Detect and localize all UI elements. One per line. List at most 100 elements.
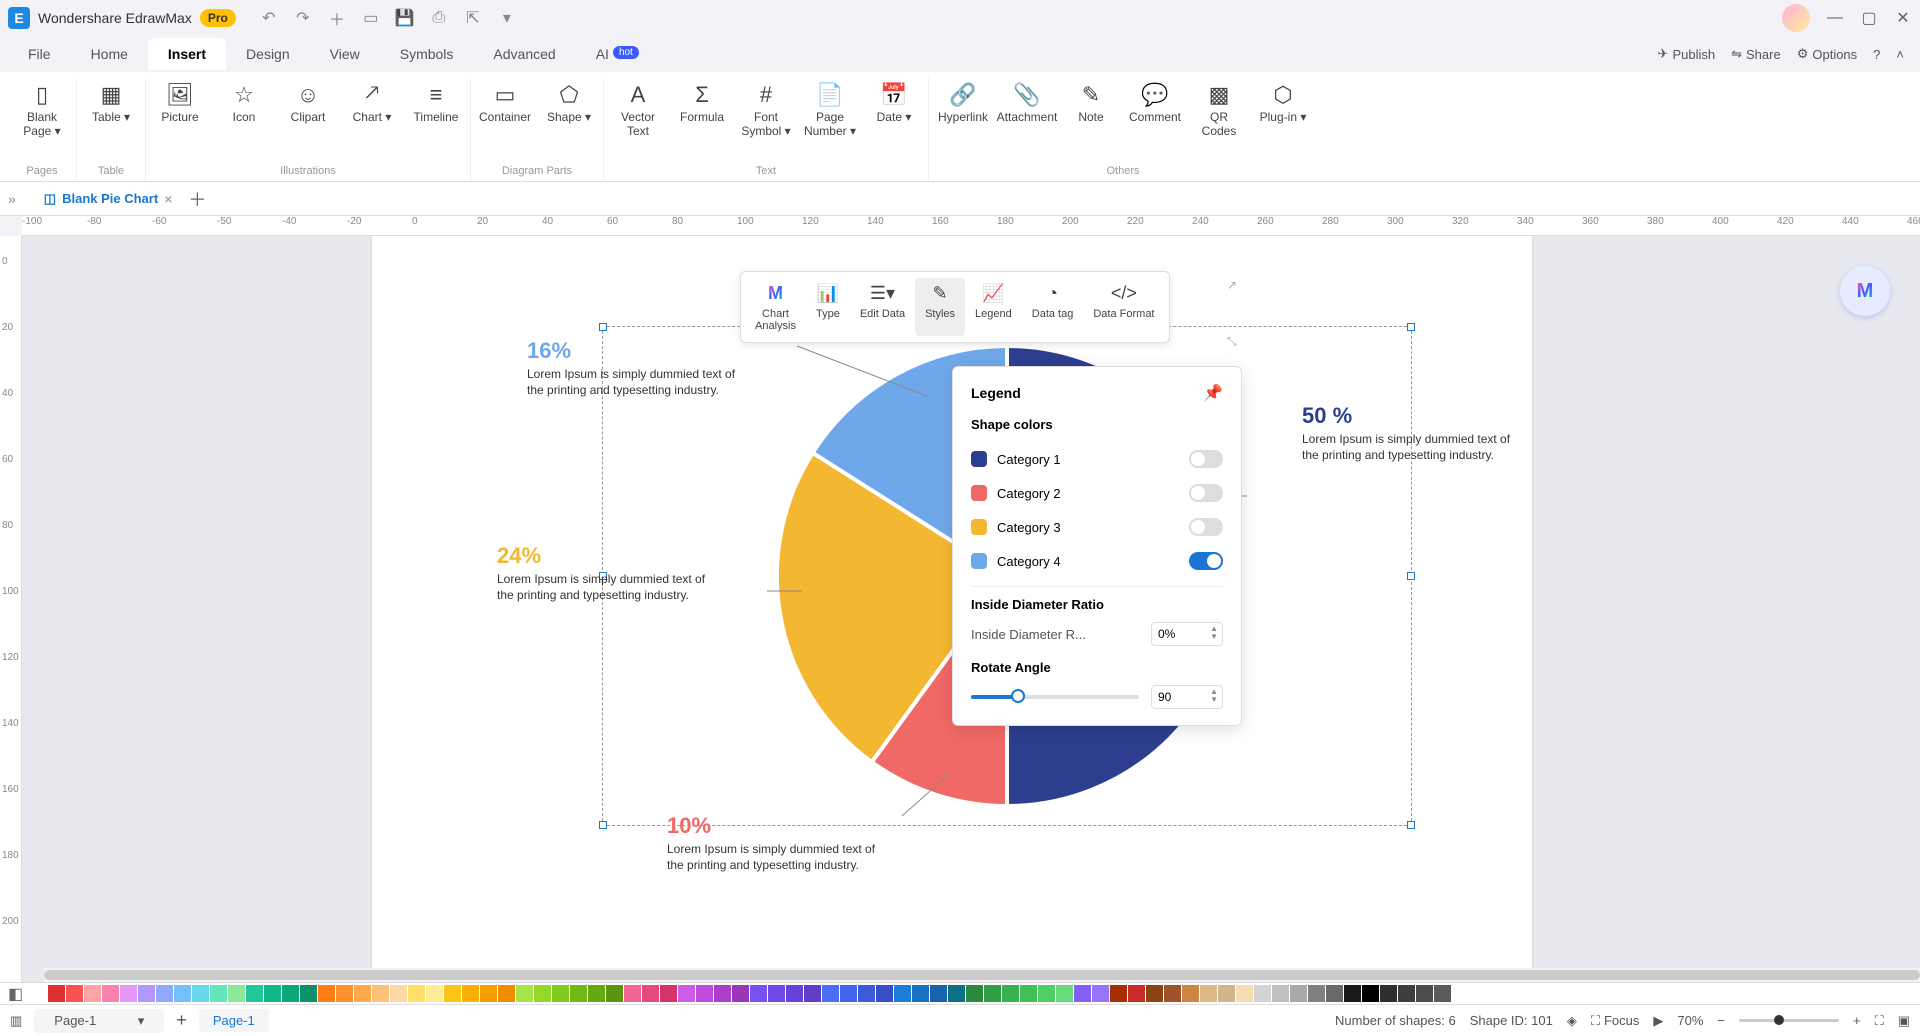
color-swatch[interactable] xyxy=(971,519,987,535)
palette-color[interactable] xyxy=(750,985,767,1002)
palette-color[interactable] xyxy=(732,985,749,1002)
document-tab[interactable]: ◫ Blank Pie Chart × xyxy=(36,187,181,211)
palette-color[interactable] xyxy=(660,985,677,1002)
palette-color[interactable] xyxy=(246,985,263,1002)
legend-toggle[interactable] xyxy=(1189,518,1223,536)
palette-color[interactable] xyxy=(840,985,857,1002)
palette-color[interactable] xyxy=(408,985,425,1002)
ribbon-vector-text[interactable]: AVectorText xyxy=(608,78,668,143)
palette-color[interactable] xyxy=(1416,985,1433,1002)
resize-handle-se[interactable] xyxy=(1407,821,1415,829)
expand-panels-icon[interactable]: » xyxy=(8,191,16,207)
palette-color[interactable] xyxy=(1380,985,1397,1002)
ribbon-comment[interactable]: 💬Comment xyxy=(1125,78,1185,143)
ribbon-shape[interactable]: ⬠Shape ▾ xyxy=(539,78,599,128)
undo-icon[interactable]: ↶ xyxy=(260,9,278,27)
add-page-button[interactable]: + xyxy=(176,1010,187,1031)
eyedropper-icon[interactable]: ◧ xyxy=(8,984,23,1004)
options-button[interactable]: ⚙Options xyxy=(1797,46,1857,62)
palette-color[interactable] xyxy=(786,985,803,1002)
palette-color[interactable] xyxy=(1326,985,1343,1002)
palette-color[interactable] xyxy=(30,985,47,1002)
palette-color[interactable] xyxy=(1254,985,1271,1002)
palette-color[interactable] xyxy=(444,985,461,1002)
more-icon[interactable]: ▾ xyxy=(498,9,516,27)
zoom-in-button[interactable]: + xyxy=(1853,1013,1861,1028)
palette-color[interactable] xyxy=(174,985,191,1002)
palette-color[interactable] xyxy=(156,985,173,1002)
palette-color[interactable] xyxy=(624,985,641,1002)
menu-tab-file[interactable]: File xyxy=(8,38,71,70)
palette-color[interactable] xyxy=(120,985,137,1002)
ribbon-plug-in[interactable]: ⬡Plug-in ▾ xyxy=(1253,78,1313,143)
ft-data-format[interactable]: </>Data Format xyxy=(1083,278,1164,336)
save-icon[interactable]: 💾 xyxy=(396,9,414,27)
idr-input[interactable]: 0% ▲▼ xyxy=(1151,622,1223,646)
new-icon[interactable]: ＋ xyxy=(328,9,346,27)
ft-data-tag[interactable]: ◔Data tag xyxy=(1022,278,1084,336)
help-icon[interactable]: ? xyxy=(1873,47,1880,62)
menu-tab-ai[interactable]: AIhot xyxy=(576,38,659,70)
palette-color[interactable] xyxy=(1218,985,1235,1002)
palette-color[interactable] xyxy=(534,985,551,1002)
ft-chart-analysis[interactable]: MChartAnalysis xyxy=(745,278,806,336)
palette-color[interactable] xyxy=(1398,985,1415,1002)
palette-color[interactable] xyxy=(210,985,227,1002)
export-icon[interactable]: ⇱ xyxy=(464,9,482,27)
palette-color[interactable] xyxy=(228,985,245,1002)
palette-color[interactable] xyxy=(966,985,983,1002)
palette-color[interactable] xyxy=(948,985,965,1002)
color-swatch[interactable] xyxy=(971,485,987,501)
palette-color[interactable] xyxy=(894,985,911,1002)
zoom-slider[interactable] xyxy=(1739,1019,1839,1022)
palette-color[interactable] xyxy=(354,985,371,1002)
palette-color[interactable] xyxy=(912,985,929,1002)
palette-color[interactable] xyxy=(390,985,407,1002)
page-tab[interactable]: Page-1 xyxy=(199,1009,269,1032)
legend-toggle[interactable] xyxy=(1189,552,1223,570)
resize-handle-e[interactable] xyxy=(1407,572,1415,580)
redo-icon[interactable]: ↷ xyxy=(294,9,312,27)
palette-color[interactable] xyxy=(1074,985,1091,1002)
palette-color[interactable] xyxy=(1344,985,1361,1002)
color-swatch[interactable] xyxy=(971,553,987,569)
minimize-icon[interactable]: — xyxy=(1826,9,1844,27)
palette-color[interactable] xyxy=(606,985,623,1002)
add-tab-button[interactable]: ＋ xyxy=(188,186,206,212)
close-icon[interactable]: ✕ xyxy=(1894,9,1912,27)
ribbon-qr-codes[interactable]: ▩QRCodes xyxy=(1189,78,1249,143)
palette-color[interactable] xyxy=(1038,985,1055,1002)
page-layout-icon[interactable]: ▥ xyxy=(10,1013,22,1029)
palette-color[interactable] xyxy=(426,985,443,1002)
ribbon-note[interactable]: ✎Note xyxy=(1061,78,1121,143)
ribbon-table[interactable]: ▦Table ▾ xyxy=(81,78,141,128)
ribbon-clipart[interactable]: ☺Clipart xyxy=(278,78,338,128)
palette-color[interactable] xyxy=(1056,985,1073,1002)
palette-color[interactable] xyxy=(1434,985,1451,1002)
palette-color[interactable] xyxy=(1092,985,1109,1002)
palette-color[interactable] xyxy=(1452,985,1469,1002)
color-swatch[interactable] xyxy=(971,451,987,467)
ribbon-timeline[interactable]: ≡Timeline xyxy=(406,78,466,128)
canvas[interactable]: 16% Lorem Ipsum is simply dummied text o… xyxy=(22,236,1920,982)
palette-color[interactable] xyxy=(264,985,281,1002)
ribbon-page-number[interactable]: 📄PageNumber ▾ xyxy=(800,78,860,143)
rotate-slider[interactable] xyxy=(971,695,1139,699)
palette-color[interactable] xyxy=(1146,985,1163,1002)
ribbon-container[interactable]: ▭Container xyxy=(475,78,535,128)
palette-color[interactable] xyxy=(858,985,875,1002)
menu-tab-home[interactable]: Home xyxy=(71,38,148,70)
ai-fab-button[interactable]: M xyxy=(1840,266,1890,316)
collapse-ribbon-icon[interactable]: ˄ xyxy=(1896,47,1904,62)
menu-tab-view[interactable]: View xyxy=(310,38,380,70)
resize-handle-ne[interactable] xyxy=(1407,323,1415,331)
menu-tab-advanced[interactable]: Advanced xyxy=(473,38,575,70)
palette-color[interactable] xyxy=(714,985,731,1002)
ribbon-picture[interactable]: 🖼Picture xyxy=(150,78,210,128)
close-tab-icon[interactable]: × xyxy=(164,191,172,207)
palette-color[interactable] xyxy=(930,985,947,1002)
pin-toolbar-icon[interactable]: ↗ xyxy=(1227,278,1237,292)
palette-color[interactable] xyxy=(984,985,1001,1002)
palette-color[interactable] xyxy=(1182,985,1199,1002)
palette-color[interactable] xyxy=(642,985,659,1002)
